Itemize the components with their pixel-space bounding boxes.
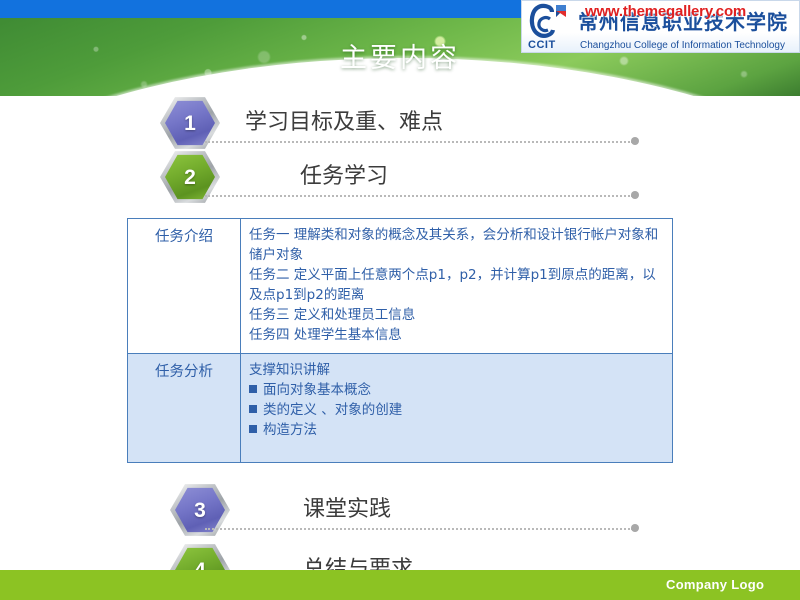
square-bullet-icon (249, 425, 257, 433)
agenda-item-1[interactable]: 1 学习目标及重、难点 (0, 96, 800, 152)
table-row: 任务介绍 任务一 理解类和对象的概念及其关系，会分析和设计银行帐户对象和储户对象… (127, 218, 673, 354)
task-table: 任务介绍 任务一 理解类和对象的概念及其关系，会分析和设计银行帐户对象和储户对象… (127, 218, 673, 463)
agenda-dotted-rule (205, 195, 633, 197)
company-logo-label: Company Logo (666, 577, 765, 592)
task-line: 任务二 定义平面上任意两个点p1，p2，并计算p1到原点的距离，以及点p1到p2… (249, 267, 656, 303)
task-line: 任务三 定义和处理员工信息 (249, 307, 416, 323)
agenda-item-2[interactable]: 2 任务学习 (0, 150, 800, 206)
agenda-end-dot-icon (631, 137, 639, 145)
square-bullet-icon (249, 385, 257, 393)
agenda-item-3[interactable]: 3 课堂实践 (0, 483, 800, 539)
agenda-number: 2 (184, 165, 196, 189)
agenda-label: 学习目标及重、难点 (245, 110, 444, 135)
square-bullet-icon (249, 405, 257, 413)
ccit-abbreviation: CCIT (528, 38, 556, 51)
list-item: 构造方法 (249, 420, 664, 440)
list-item: 类的定义 、对象的创建 (249, 400, 664, 420)
table-row: 任务分析 支撑知识讲解 面向对象基本概念 类的定义 、对象的创建 构造方法 (127, 353, 673, 463)
agenda-number: 1 (184, 111, 196, 135)
agenda-end-dot-icon (631, 191, 639, 199)
ccit-emblem-icon: CCIT (522, 2, 578, 52)
task-line: 任务一 理解类和对象的概念及其关系，会分析和设计银行帐户对象和储户对象 (249, 227, 659, 263)
college-name-en: Changzhou College of Information Technol… (580, 39, 785, 51)
agenda-label: 课堂实践 (303, 497, 392, 522)
list-item-label: 构造方法 (263, 422, 317, 438)
task-analysis-header: 任务分析 (127, 353, 241, 463)
task-intro-header: 任务介绍 (127, 218, 241, 354)
agenda-number: 3 (194, 498, 206, 522)
agenda-dotted-rule (205, 141, 633, 143)
analysis-intro: 支撑知识讲解 (249, 362, 330, 378)
task-analysis-body: 支撑知识讲解 面向对象基本概念 类的定义 、对象的创建 构造方法 (240, 353, 673, 463)
slide-canvas: 主要内容 CCIT 常州信息职业技术学院 Changzhou College o… (0, 0, 800, 600)
list-item-label: 面向对象基本概念 (263, 382, 371, 398)
list-item-label: 类的定义 、对象的创建 (263, 402, 403, 418)
agenda-label: 任务学习 (300, 164, 389, 189)
task-line: 任务四 处理学生基本信息 (249, 327, 402, 343)
themegallery-watermark: www.themegallery.com (585, 3, 747, 20)
list-item: 面向对象基本概念 (249, 380, 664, 400)
agenda-dotted-rule (205, 528, 633, 530)
task-intro-body: 任务一 理解类和对象的概念及其关系，会分析和设计银行帐户对象和储户对象 任务二 … (240, 218, 673, 354)
agenda-end-dot-icon (631, 524, 639, 532)
